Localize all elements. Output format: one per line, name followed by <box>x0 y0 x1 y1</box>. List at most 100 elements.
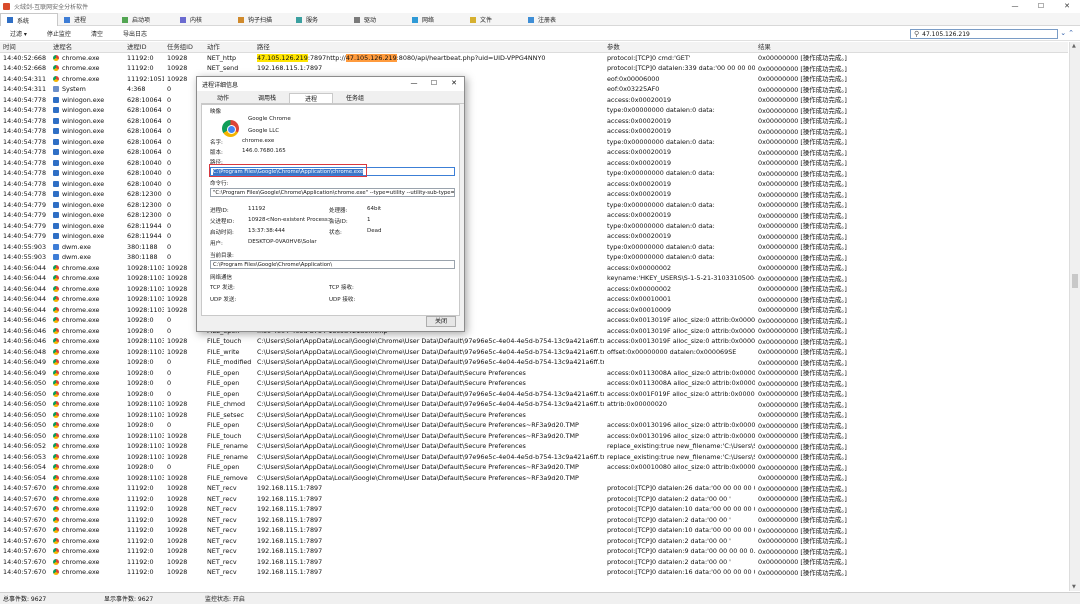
table-row[interactable]: 14:40:57:670 chrome.exe 11192:0 10928 NET_re… <box>0 567 1068 578</box>
table-row[interactable]: 14:40:57:670 chrome.exe 11192:0 10928 NET_re… <box>0 493 1068 504</box>
table-row[interactable]: 14:40:54:311chrome.exe11192:1051610928FI… <box>0 73 1068 84</box>
table-row[interactable]: 14:40:55:903dwm.exe380:11880REG_getVal..… <box>0 241 1068 252</box>
tab-action[interactable]: 动作 <box>201 93 245 103</box>
table-row[interactable]: 14:40:54:778winlogon.exe628:100640REG_op… <box>0 126 1068 137</box>
table-row[interactable]: 14:40:56:054 chrome.exe 10928:1103610928 FI… <box>0 472 1068 483</box>
table-row[interactable]: 14:40:56:050 chrome.exe 10928:1103610928 FI… <box>0 430 1068 441</box>
version-value: 146.0.7680.165 <box>242 148 286 154</box>
column-header[interactable]: 路径 <box>254 42 604 51</box>
table-row[interactable]: 14:40:57:670 chrome.exe 11192:0 10928 NET_re… <box>0 483 1068 494</box>
column-header[interactable]: 进程名 <box>50 42 124 51</box>
column-header[interactable]: 时间 <box>0 42 50 51</box>
table-row[interactable]: 14:40:52:668 chrome.exe 11192:0 10928 NET_ht… <box>0 52 1068 63</box>
tab-9[interactable]: 注册表 <box>522 13 580 26</box>
table-row[interactable]: 14:40:56:044chrome.exe10928:1103610928RE… <box>0 304 1068 315</box>
column-header[interactable]: 动作 <box>204 42 254 51</box>
process-name: winlogon.exe <box>62 179 105 188</box>
dialog-minimize-button[interactable]: — <box>404 77 424 89</box>
table-row[interactable]: 14:40:56:046 chrome.exe 10928:1103610928 FI… <box>0 336 1068 347</box>
tab-1[interactable]: 进程 <box>58 13 116 26</box>
tab-taskgroup[interactable]: 任务组 <box>333 93 377 103</box>
tab-8[interactable]: 文件 <box>464 13 522 26</box>
table-row[interactable]: 14:40:56:046chrome.exe10928:00FILE_open.… <box>0 325 1068 336</box>
filter-button[interactable]: 过滤 ▾ <box>0 29 37 38</box>
export-log-button[interactable]: 导出日志 <box>113 29 157 38</box>
table-row[interactable]: 14:40:56:049 chrome.exe 10928:0 0 FILE_modif… <box>0 357 1068 368</box>
table-row[interactable]: 14:40:54:311System4:3680FILE_write...v.e… <box>0 84 1068 95</box>
chevron-up-icon[interactable]: ⌃ <box>1068 29 1076 37</box>
dialog-close-action-button[interactable]: 关闭 <box>426 316 456 327</box>
tab-2[interactable]: 启动项 <box>116 13 174 26</box>
dialog-maximize-button[interactable]: ☐ <box>424 77 444 89</box>
table-row[interactable]: 14:40:57:670 chrome.exe 11192:0 10928 NET_re… <box>0 556 1068 567</box>
scroll-up-icon[interactable]: ▲ <box>1072 43 1076 49</box>
table-row[interactable]: 14:40:57:670 chrome.exe 11192:0 10928 NET_re… <box>0 546 1068 557</box>
table-row[interactable]: 14:40:56:044chrome.exe10928:1103610928RE… <box>0 294 1068 305</box>
table-row[interactable]: 14:40:56:050 chrome.exe 10928:1103610928 FI… <box>0 409 1068 420</box>
tab-5[interactable]: 服务 <box>290 13 348 26</box>
table-row[interactable]: 14:40:56:046chrome.exe10928:00FILE_open.… <box>0 315 1068 326</box>
table-row[interactable]: 14:40:57:670 chrome.exe 11192:0 10928 NET_re… <box>0 535 1068 546</box>
table-row[interactable]: 14:40:57:670 chrome.exe 11192:0 10928 NET_re… <box>0 504 1068 515</box>
close-button[interactable]: ✕ <box>1054 0 1080 12</box>
table-row[interactable]: 14:40:56:044chrome.exe10928:1103610928RE… <box>0 283 1068 294</box>
vertical-scrollbar[interactable]: ▲ ▼ <box>1069 42 1080 591</box>
table-row[interactable]: 14:40:54:779winlogon.exe628:119440REG_ge… <box>0 220 1068 231</box>
table-row[interactable]: 14:40:54:778winlogon.exe628:100640REG_ge… <box>0 136 1068 147</box>
process-name: chrome.exe <box>62 326 100 335</box>
cell-param: access:0x00020019 <box>607 127 672 136</box>
table-row[interactable]: 14:40:56:053 chrome.exe 10928:1103610928 FI… <box>0 451 1068 462</box>
cell-path: C:\Users\Solar\AppData\Local\Google\Chro… <box>257 473 579 482</box>
table-row[interactable]: 14:40:54:779winlogon.exe628:119440REG_op… <box>0 231 1068 242</box>
table-row[interactable]: 14:40:54:778winlogon.exe628:123000REG_op… <box>0 189 1068 200</box>
table-row[interactable]: 14:40:57:670 chrome.exe 11192:0 10928 NET_re… <box>0 525 1068 536</box>
tab-6[interactable]: 驱动 <box>348 13 406 26</box>
table-row[interactable]: 14:40:56:044chrome.exe10928:1103610928RE… <box>0 262 1068 273</box>
dialog-close-button[interactable]: ✕ <box>444 77 464 89</box>
tab-3[interactable]: 内核 <box>174 13 232 26</box>
table-row[interactable]: 14:40:56:050 chrome.exe 10928:0 0 FILE_open C… <box>0 420 1068 431</box>
table-row[interactable]: 14:40:56:044chrome.exe10928:1103610928RE… <box>0 273 1068 284</box>
minimize-button[interactable]: — <box>1002 0 1028 12</box>
table-row[interactable]: 14:40:56:050 chrome.exe 10928:0 0 FILE_open C… <box>0 388 1068 399</box>
chevron-down-icon[interactable]: ⌄ <box>1060 29 1068 37</box>
table-row[interactable]: 14:40:56:048 chrome.exe 10928:1103610928 FI… <box>0 346 1068 357</box>
table-row[interactable]: 14:40:54:778winlogon.exe628:100640REG_op… <box>0 94 1068 105</box>
table-row[interactable]: 14:40:52:668 chrome.exe 11192:0 10928 NET_se… <box>0 63 1068 74</box>
cell-param: access:0x00020019 <box>607 158 672 167</box>
table-row[interactable]: 14:40:54:779winlogon.exe628:123000REG_op… <box>0 210 1068 221</box>
table-row[interactable]: 14:40:55:903dwm.exe380:11880REG_getVal..… <box>0 252 1068 263</box>
table-row[interactable]: 14:40:56:050 chrome.exe 10928:0 0 FILE_open C… <box>0 378 1068 389</box>
cmd-field[interactable]: "C:\Program Files\Google\Chrome\Applicat… <box>210 188 455 197</box>
search-input[interactable]: ⚲ 47.105.126.219 <box>910 29 1058 39</box>
table-row[interactable]: 14:40:54:778winlogon.exe628:100400REG_op… <box>0 157 1068 168</box>
column-header[interactable]: 任务组ID <box>164 42 204 51</box>
tab-4[interactable]: 钩子扫描 <box>232 13 290 26</box>
maximize-button[interactable]: ☐ <box>1028 0 1054 12</box>
table-row[interactable]: 14:40:57:670 chrome.exe 11192:0 10928 NET_re… <box>0 514 1068 525</box>
clear-button[interactable]: 清空 <box>81 29 113 38</box>
table-row[interactable]: 14:40:56:054 chrome.exe 10928:0 0 FILE_open C… <box>0 462 1068 473</box>
table-row[interactable]: 14:40:54:778winlogon.exe628:100640REG_op… <box>0 147 1068 158</box>
table-row[interactable]: 14:40:54:778winlogon.exe628:100640REG_ge… <box>0 105 1068 116</box>
column-header[interactable]: 参数 <box>604 42 755 51</box>
cell-tid: 0 <box>167 389 172 398</box>
cwd-field[interactable]: C:\Program Files\Google\Chrome\Applicati… <box>210 260 455 269</box>
scroll-down-icon[interactable]: ▼ <box>1072 584 1076 590</box>
tab-process[interactable]: 进程 <box>289 93 333 103</box>
tab-0[interactable]: 系统 <box>0 13 58 26</box>
column-header[interactable]: 进程ID <box>124 42 164 51</box>
column-header[interactable]: 结果 <box>755 42 1055 51</box>
table-row[interactable]: 14:40:56:049 chrome.exe 10928:0 0 FILE_open C… <box>0 367 1068 378</box>
tab-7[interactable]: 网络 <box>406 13 464 26</box>
table-row[interactable]: 14:40:56:052 chrome.exe 10928:1103610928 FI… <box>0 441 1068 452</box>
table-row[interactable]: 14:40:56:050 chrome.exe 10928:1103610928 FI… <box>0 399 1068 410</box>
table-row[interactable]: 14:40:54:778winlogon.exe628:100400REG_ge… <box>0 168 1068 179</box>
table-row[interactable]: 14:40:54:778winlogon.exe628:100400REG_op… <box>0 178 1068 189</box>
cell-t: 14:40:54:778 <box>3 106 47 115</box>
scroll-thumb[interactable] <box>1072 274 1078 288</box>
stop-monitor-button[interactable]: 停止监控 <box>37 29 81 38</box>
table-row[interactable]: 14:40:54:779winlogon.exe628:123000REG_ge… <box>0 199 1068 210</box>
tab-callstack[interactable]: 调用栈 <box>245 93 289 103</box>
table-row[interactable]: 14:40:54:778winlogon.exe628:100640REG_op… <box>0 115 1068 126</box>
